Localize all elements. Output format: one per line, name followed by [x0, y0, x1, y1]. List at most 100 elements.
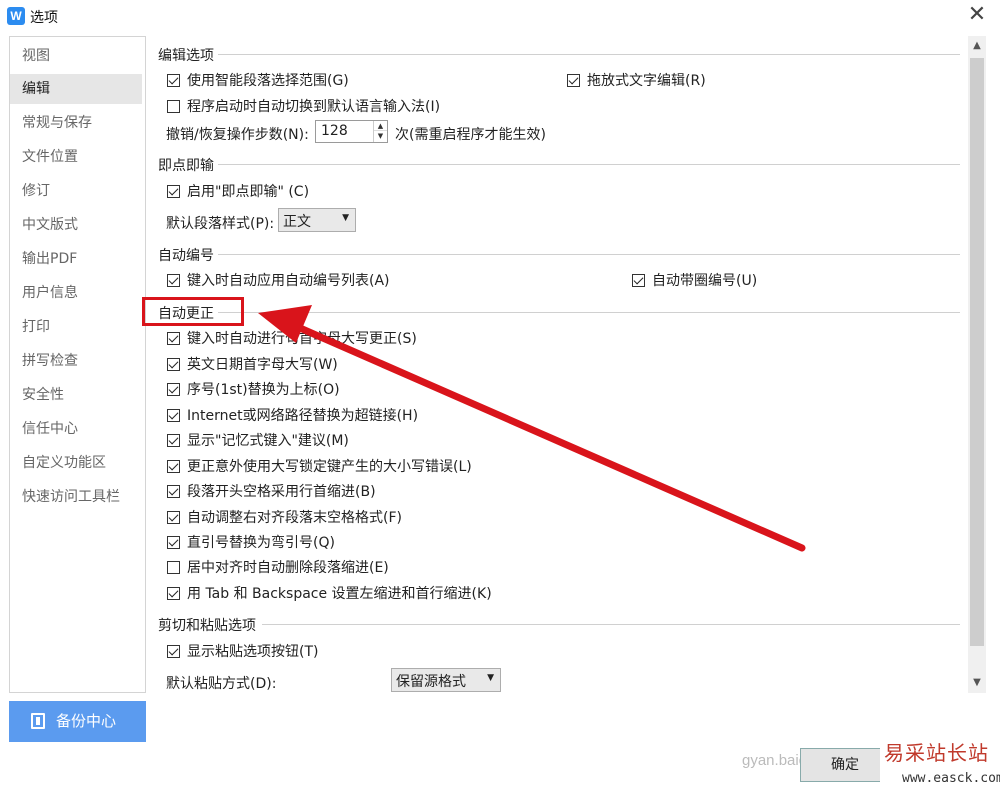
window-title: 选项: [30, 10, 58, 26]
annotation-highlight-box: [142, 297, 244, 326]
drag-edit-checkbox[interactable]: 拖放式文字编辑(R): [567, 70, 706, 90]
checkbox-label: 段落开头空格采用行首缩进(B): [187, 484, 376, 500]
options-content: 编辑选项 使用智能段落选择范围(G) 拖放式文字编辑(R) 程序启动时自动切换到…: [150, 36, 968, 693]
checkbox-box: [167, 433, 180, 447]
undo-steps-note: 次(需重启程序才能生效): [395, 127, 546, 143]
sidebar-item-spell-check[interactable]: 拼写检查: [10, 346, 142, 376]
checkbox-label: 更正意外使用大写锁定键产生的大小写错误(L): [187, 459, 472, 475]
stepper-up-icon[interactable]: ▲: [374, 121, 387, 131]
autocorrect-item[interactable]: 更正意外使用大写锁定键产生的大小写错误(L): [167, 456, 472, 476]
site-watermark: 易采站长站 www.easck.com: [880, 737, 1000, 793]
divider: [218, 312, 960, 313]
sidebar-item-edit[interactable]: 编辑: [10, 74, 142, 104]
backup-center-label: 备份中心: [56, 712, 117, 730]
checkbox-label: 英文日期首字母大写(W): [187, 357, 338, 373]
wps-writer-icon: W: [7, 7, 25, 25]
checkbox-label: 键入时自动应用自动编号列表(A): [187, 273, 390, 289]
autocorrect-item[interactable]: Internet或网络路径替换为超链接(H): [167, 405, 418, 425]
checkbox-box: [167, 560, 180, 574]
default-paste-dropdown[interactable]: 保留源格式 ▼: [391, 668, 501, 692]
sidebar-item-trust-center[interactable]: 信任中心: [10, 414, 142, 444]
autocorrect-item[interactable]: 序号(1st)替换为上标(O): [167, 379, 340, 399]
checkbox-label: 显示"记忆式键入"建议(M): [187, 433, 349, 449]
default-paste-label: 默认粘贴方式(D):: [166, 676, 277, 692]
autocorrect-item[interactable]: 键入时自动进行句首字母大写更正(S): [167, 328, 417, 348]
checkbox-label: 序号(1st)替换为上标(O): [187, 382, 340, 398]
section-click-and-type: 即点即输: [158, 158, 214, 174]
checkbox-label: 启用"即点即输" (C): [187, 184, 310, 200]
default-style-dropdown[interactable]: 正文 ▼: [278, 208, 356, 232]
checkbox-box: [167, 408, 180, 422]
autocorrect-item[interactable]: 段落开头空格采用行首缩进(B): [167, 481, 376, 501]
autocorrect-item[interactable]: 自动调整右对齐段落末空格格式(F): [167, 507, 402, 527]
section-auto-numbering: 自动编号: [158, 248, 214, 264]
scrollbar-thumb[interactable]: [970, 58, 984, 646]
autocorrect-item[interactable]: 直引号替换为弯引号(Q): [167, 532, 335, 552]
scroll-down-icon[interactable]: ▼: [968, 673, 986, 693]
sidebar-item-general-save[interactable]: 常规与保存: [10, 108, 142, 138]
checkbox-label: 程序启动时自动切换到默认语言输入法(I): [187, 99, 441, 115]
autocorrect-item[interactable]: 显示"记忆式键入"建议(M): [167, 430, 349, 450]
sidebar-item-export-pdf[interactable]: 输出PDF: [10, 244, 142, 274]
checkbox-box: [167, 459, 180, 473]
sidebar-item-security[interactable]: 安全性: [10, 380, 142, 410]
sidebar-item-view[interactable]: 视图: [10, 41, 142, 71]
smart-select-checkbox[interactable]: 使用智能段落选择范围(G): [167, 70, 349, 90]
checkbox-label: Internet或网络路径替换为超链接(H): [187, 408, 419, 424]
sidebar-item-quick-access[interactable]: 快速访问工具栏: [10, 482, 142, 512]
options-sidebar: 视图 编辑 常规与保存 文件位置 修订 中文版式 输出PDF 用户信息 打印 拼…: [9, 36, 146, 693]
checkbox-label: 用 Tab 和 Backspace 设置左缩进和首行缩进(K): [187, 586, 492, 602]
checkbox-box: [167, 586, 180, 600]
divider: [218, 164, 960, 165]
sidebar-item-customize-ribbon[interactable]: 自定义功能区: [10, 448, 142, 478]
stepper-down-icon[interactable]: ▼: [374, 131, 387, 141]
section-cut-paste: 剪切和粘贴选项: [158, 618, 256, 634]
checkbox-box: [167, 99, 180, 113]
checkbox-box: [167, 382, 180, 396]
checkbox-label: 自动带圈编号(U): [652, 273, 758, 289]
dropdown-value: 保留源格式: [396, 674, 466, 690]
watermark-title: 易采站长站: [884, 741, 989, 765]
dropdown-value: 正文: [283, 214, 311, 230]
show-paste-button-checkbox[interactable]: 显示粘贴选项按钮(T): [167, 641, 318, 661]
undo-steps-value[interactable]: 128: [321, 123, 348, 139]
checkbox-label: 拖放式文字编辑(R): [587, 73, 706, 89]
checkbox-box: [167, 510, 180, 524]
autocorrect-item[interactable]: 居中对齐时自动删除段落缩进(E): [167, 557, 389, 577]
autocorrect-item[interactable]: 用 Tab 和 Backspace 设置左缩进和首行缩进(K): [167, 583, 492, 603]
click-type-checkbox[interactable]: 启用"即点即输" (C): [167, 181, 309, 201]
default-style-label: 默认段落样式(P):: [166, 216, 275, 232]
auto-list-checkbox[interactable]: 键入时自动应用自动编号列表(A): [167, 270, 390, 290]
auto-circle-checkbox[interactable]: 自动带圈编号(U): [632, 270, 757, 290]
vertical-scrollbar[interactable]: ▲ ▼: [968, 36, 986, 693]
checkbox-label: 居中对齐时自动删除段落缩进(E): [187, 560, 389, 576]
undo-steps-label: 撤销/恢复操作步数(N):: [166, 127, 309, 143]
checkbox-box: [567, 73, 580, 87]
checkbox-label: 自动调整右对齐段落末空格格式(F): [187, 510, 402, 526]
watermark-url: www.easck.com: [902, 771, 1000, 786]
sidebar-item-revision[interactable]: 修订: [10, 176, 142, 206]
checkbox-box: [167, 357, 180, 371]
chevron-down-icon: ▼: [342, 213, 349, 223]
checkbox-box: [167, 273, 180, 287]
checkbox-box: [167, 535, 180, 549]
checkbox-label: 直引号替换为弯引号(Q): [187, 535, 335, 551]
autocorrect-item[interactable]: 英文日期首字母大写(W): [167, 354, 338, 374]
checkbox-box: [167, 331, 180, 345]
backup-icon: [31, 713, 45, 729]
sidebar-item-chinese-layout[interactable]: 中文版式: [10, 210, 142, 240]
checkbox-box: [167, 484, 180, 498]
backup-center-button[interactable]: 备份中心: [9, 701, 146, 742]
ok-button[interactable]: 确定: [800, 748, 890, 782]
chevron-down-icon: ▼: [487, 673, 494, 683]
sidebar-item-file-location[interactable]: 文件位置: [10, 142, 142, 172]
undo-steps-stepper[interactable]: 128 ▲ ▼: [315, 120, 388, 143]
sidebar-item-print[interactable]: 打印: [10, 312, 142, 342]
auto-ime-checkbox[interactable]: 程序启动时自动切换到默认语言输入法(I): [167, 96, 440, 116]
scroll-up-icon[interactable]: ▲: [968, 36, 986, 56]
section-edit-options: 编辑选项: [158, 48, 214, 64]
close-button[interactable]: ✕: [962, 2, 992, 30]
divider: [218, 54, 960, 55]
sidebar-item-user-info[interactable]: 用户信息: [10, 278, 142, 308]
divider: [218, 254, 960, 255]
